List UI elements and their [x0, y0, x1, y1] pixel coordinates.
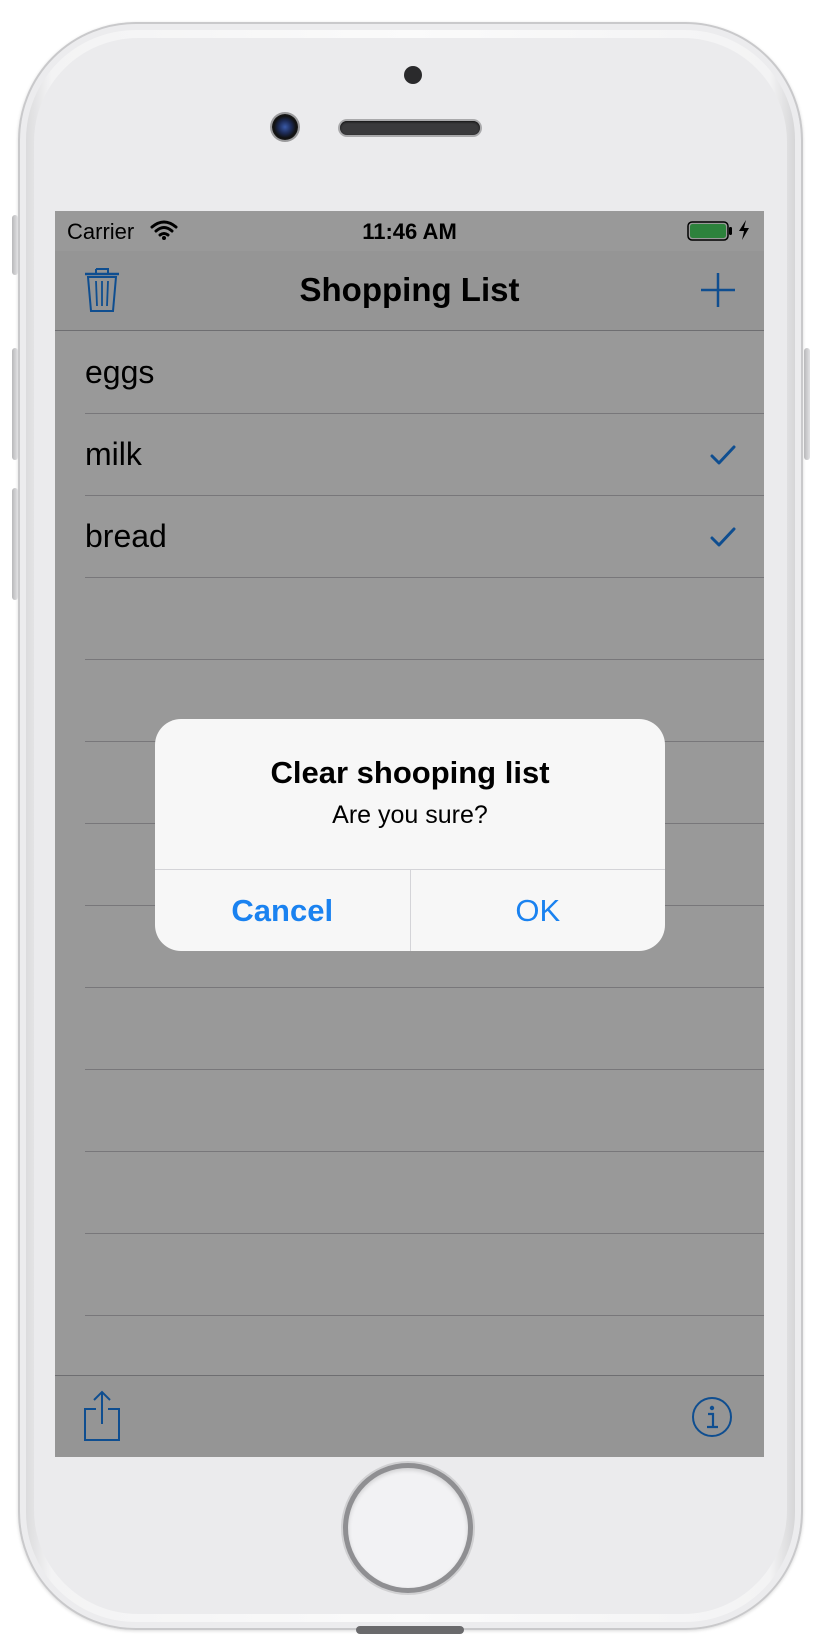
app-screen: Carrier 11:46 AM Shopping List eggs milk…: [55, 211, 764, 1457]
alert-button-row: Cancel OK: [155, 869, 665, 951]
mute-switch: [12, 215, 18, 275]
front-camera: [272, 114, 298, 140]
ok-button[interactable]: OK: [411, 870, 666, 951]
lightning-port: [356, 1626, 464, 1634]
alert-message: Are you sure?: [332, 801, 488, 829]
earpiece-speaker: [340, 121, 480, 135]
cancel-button[interactable]: Cancel: [155, 870, 411, 951]
volume-down-button: [12, 488, 18, 600]
volume-up-button: [12, 348, 18, 460]
alert-title: Clear shooping list: [270, 755, 550, 790]
clear-list-alert: Clear shooping list Are you sure? Cancel…: [155, 719, 665, 951]
home-button[interactable]: [348, 1468, 468, 1588]
power-button: [804, 348, 810, 460]
proximity-sensor: [404, 66, 422, 84]
